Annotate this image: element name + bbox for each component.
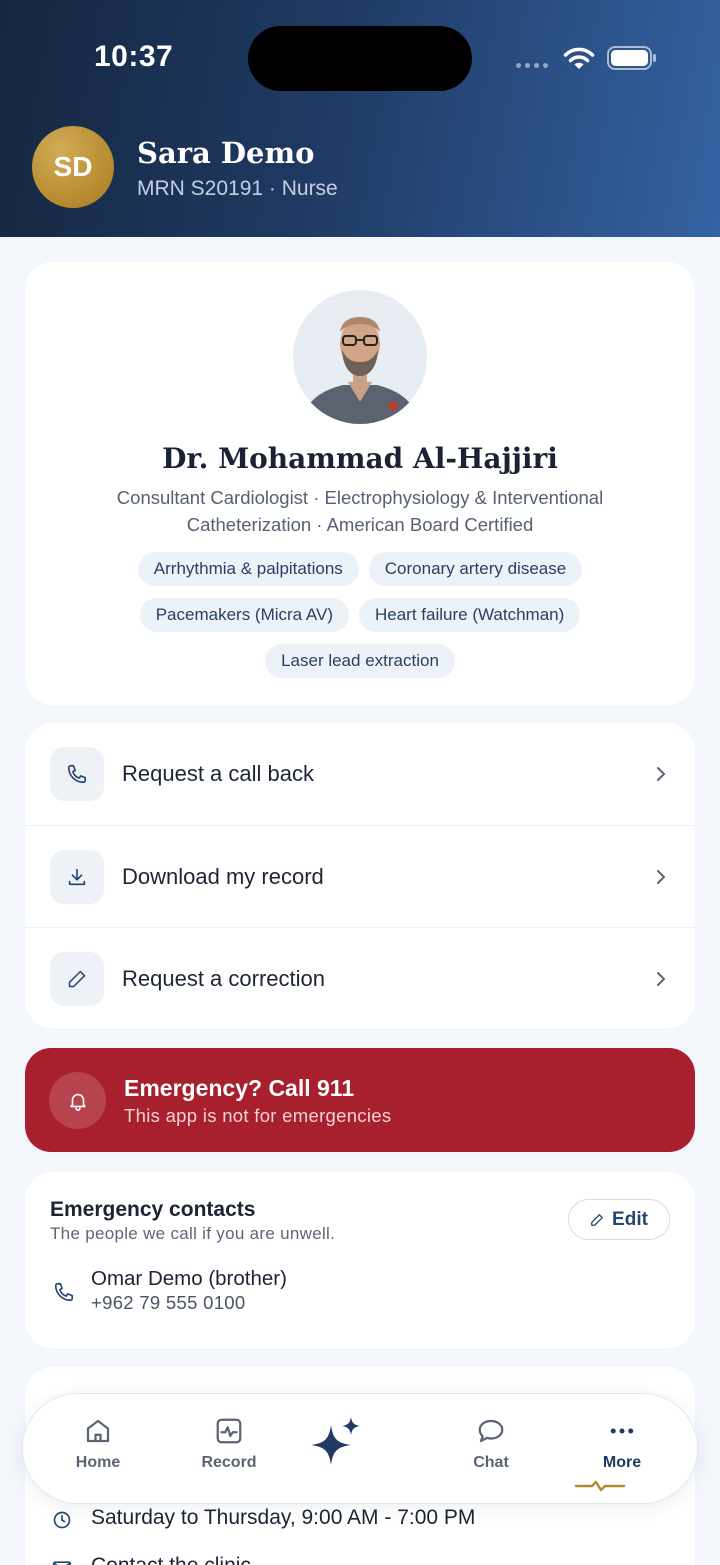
specialty-chip: Laser lead extraction <box>265 644 455 678</box>
tab-chat[interactable]: Chat <box>431 1394 551 1505</box>
action-label: Download my record <box>122 863 324 889</box>
specialty-chips: Arrhythmia & palpitations Coronary arter… <box>55 552 665 678</box>
doctor-photo <box>293 290 427 424</box>
bell-icon <box>49 1072 106 1129</box>
request-correction-button[interactable]: Request a correction <box>25 927 695 1028</box>
contact-clinic-link[interactable]: Contact the clinic <box>91 1554 251 1565</box>
tab-home[interactable]: Home <box>38 1394 158 1505</box>
doctor-card: Dr. Mohammad Al-Hajjiri Consultant Cardi… <box>25 262 695 705</box>
emergency-contacts-title: Emergency contacts <box>50 1198 256 1221</box>
dynamic-island <box>248 26 472 91</box>
edit-label: Edit <box>612 1208 648 1230</box>
user-avatar[interactable]: SD <box>32 126 114 208</box>
emergency-title: Emergency? Call 911 <box>124 1075 355 1101</box>
tab-label: Record <box>201 1454 257 1471</box>
actions-card: Request a call back Download my record R… <box>25 723 695 1028</box>
chevron-right-icon <box>657 767 666 781</box>
pencil-icon <box>591 1213 603 1226</box>
contact-name: Omar Demo (brother) <box>91 1267 287 1290</box>
phone-icon <box>50 747 104 801</box>
battery-icon <box>607 46 656 70</box>
edit-contacts-button[interactable]: Edit <box>568 1199 670 1240</box>
app-header: 10:37 SD Sara Demo MRN S20191 · Nurse <box>0 0 720 237</box>
clock-icon <box>53 1511 71 1529</box>
tab-label: Chat <box>473 1454 509 1471</box>
download-record-button[interactable]: Download my record <box>25 825 695 927</box>
chevron-right-icon <box>657 971 666 986</box>
phone-icon <box>54 1282 74 1302</box>
more-icon <box>610 1428 634 1434</box>
doctor-title: Consultant Cardiologist · Electrophysiol… <box>116 487 604 535</box>
specialty-chip: Arrhythmia & palpitations <box>137 552 359 586</box>
wifi-icon <box>563 47 595 69</box>
mail-icon <box>52 1561 72 1565</box>
emergency-subtitle: This app is not for emergencies <box>124 1105 392 1126</box>
tab-record[interactable]: Record <box>169 1394 289 1505</box>
record-icon <box>216 1418 242 1444</box>
clinic-hours: Saturday to Thursday, 9:00 AM - 7:00 PM <box>91 1506 476 1529</box>
specialty-chip: Heart failure (Watchman) <box>359 598 581 632</box>
specialty-chip: Pacemakers (Micra AV) <box>139 598 349 632</box>
doctor-name: Dr. Mohammad Al-Hajjiri <box>162 442 558 475</box>
status-time: 10:37 <box>94 40 174 73</box>
action-label: Request a correction <box>122 965 325 991</box>
action-label: Request a call back <box>122 761 314 786</box>
download-icon <box>50 849 104 904</box>
chat-icon <box>478 1419 504 1443</box>
specialty-chip: Coronary artery disease <box>368 552 583 586</box>
emergency-contacts-subtitle: The people we call if you are unwell. <box>50 1224 336 1243</box>
home-icon <box>86 1419 110 1443</box>
active-tab-indicator <box>574 1480 626 1492</box>
cellular-signal-icon <box>516 63 548 68</box>
emergency-contacts-card: Emergency contacts The people we call if… <box>25 1172 695 1348</box>
sparkle-icon[interactable] <box>307 1413 367 1473</box>
user-subtitle: MRN S20191 · Nurse <box>137 177 338 200</box>
user-name: Sara Demo <box>137 136 315 170</box>
pencil-icon <box>50 951 104 1006</box>
emergency-banner[interactable]: Emergency? Call 911 This app is not for … <box>25 1048 695 1152</box>
tab-label: Home <box>75 1454 121 1471</box>
tab-label: More <box>602 1454 642 1471</box>
request-call-back-button[interactable]: Request a call back <box>25 723 695 825</box>
contact-phone[interactable]: +962 79 555 0100 <box>91 1292 246 1314</box>
chevron-right-icon <box>657 869 666 884</box>
